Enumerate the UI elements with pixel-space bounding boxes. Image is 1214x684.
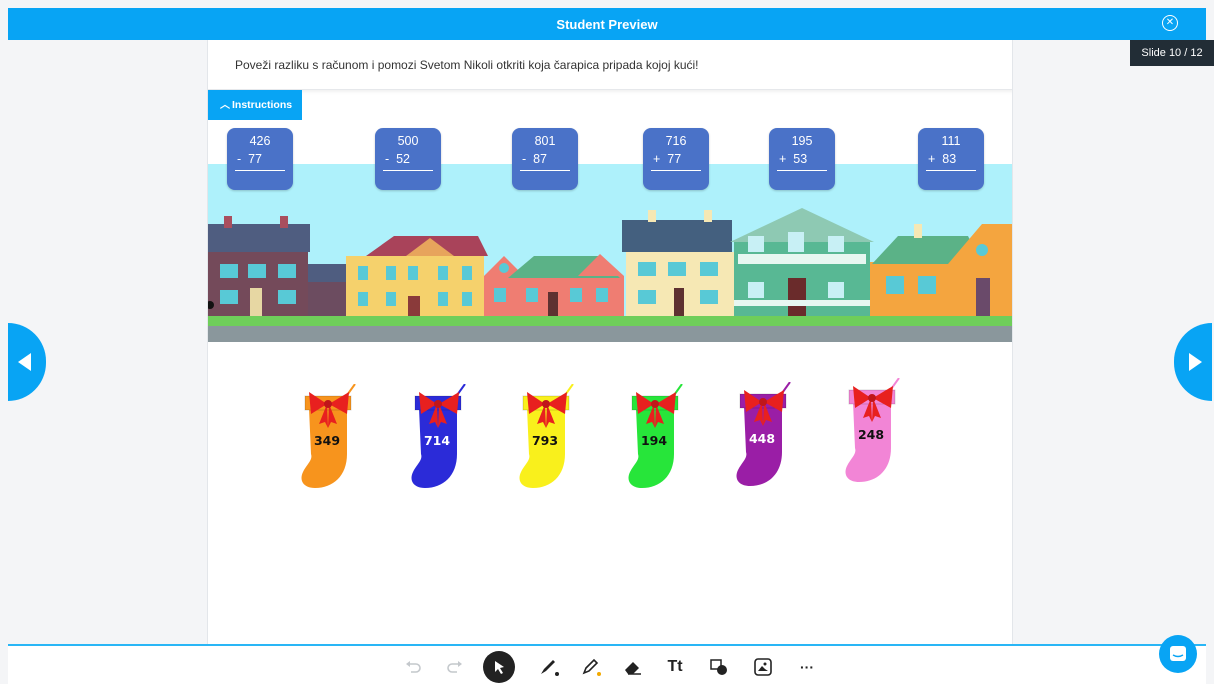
chevron-up-icon: ︿ xyxy=(220,100,230,111)
math-card[interactable]: 801 - 87 xyxy=(512,128,578,190)
math-card-line xyxy=(926,170,976,171)
stocking-448[interactable]: 448 xyxy=(734,382,798,492)
redo-icon[interactable] xyxy=(440,652,470,682)
stocking-714[interactable]: 714 xyxy=(409,384,473,494)
math-card-bottom: + 77 xyxy=(653,152,682,166)
math-card-top: 500 xyxy=(397,134,419,148)
math-card-bottom: - 52 xyxy=(385,152,411,166)
shapes-icon[interactable] xyxy=(704,652,734,682)
math-card-line xyxy=(383,170,433,171)
stocking-number: 349 xyxy=(314,433,340,448)
stocking-194[interactable]: 194 xyxy=(626,384,690,494)
stocking-number: 448 xyxy=(749,431,775,446)
slide-stage: Poveži razliku s računom i pomozi Svetom… xyxy=(207,40,1013,644)
math-card-top: 801 xyxy=(534,134,556,148)
stocking-number: 194 xyxy=(641,433,667,448)
houses-illustration xyxy=(208,164,1012,342)
arrow-right-icon xyxy=(1189,353,1202,371)
stocking-number: 793 xyxy=(532,433,558,448)
math-card-top: 716 xyxy=(665,134,687,148)
chat-button[interactable] xyxy=(1159,635,1197,673)
drawing-toolbar: Tt ··· xyxy=(8,644,1206,684)
stocking-number: 714 xyxy=(424,433,450,448)
eraser-icon[interactable] xyxy=(618,652,648,682)
stocking-793[interactable]: 793 xyxy=(517,384,581,494)
undo-icon[interactable] xyxy=(398,652,428,682)
stocking-number: 248 xyxy=(858,427,884,442)
math-card-bottom: + 83 xyxy=(928,152,957,166)
instructions-toggle[interactable]: ︿ Instructions xyxy=(208,90,302,120)
math-card-bottom: - 77 xyxy=(237,152,263,166)
math-card-top: 195 xyxy=(791,134,813,148)
previous-slide-button[interactable] xyxy=(8,323,46,401)
math-card-bottom: - 87 xyxy=(522,152,548,166)
highlighter-icon[interactable] xyxy=(576,652,606,682)
image-icon[interactable] xyxy=(748,652,778,682)
select-icon[interactable] xyxy=(483,651,515,683)
close-icon[interactable]: ✕ xyxy=(1162,15,1178,31)
math-card-line xyxy=(777,170,827,171)
question-text: Poveži razliku s računom i pomozi Svetom… xyxy=(208,40,1012,90)
stocking-248[interactable]: 248 xyxy=(843,378,907,488)
next-slide-button[interactable] xyxy=(1174,323,1212,401)
math-card-line xyxy=(651,170,701,171)
math-card[interactable]: 426 - 77 xyxy=(227,128,293,190)
instructions-label: Instructions xyxy=(232,99,293,111)
preview-title: Student Preview xyxy=(556,17,658,32)
chat-icon xyxy=(1170,646,1186,661)
math-card-top: 111 xyxy=(941,134,961,148)
preview-header: Student Preview ✕ xyxy=(8,8,1206,40)
math-card[interactable]: 111 + 83 xyxy=(918,128,984,190)
slide-indicator: Slide 10 / 12 xyxy=(1130,40,1214,66)
text-icon[interactable]: Tt xyxy=(660,652,690,682)
arrow-left-icon xyxy=(18,353,31,371)
math-card[interactable]: 716 + 77 xyxy=(643,128,709,190)
stocking-349[interactable]: 349 xyxy=(299,384,363,494)
math-card-bottom: + 53 xyxy=(779,152,808,166)
more-icon[interactable]: ··· xyxy=(792,652,822,682)
math-card[interactable]: 195 + 53 xyxy=(769,128,835,190)
math-card-top: 426 xyxy=(249,134,271,148)
math-card-line xyxy=(235,170,285,171)
math-card[interactable]: 500 - 52 xyxy=(375,128,441,190)
pen-icon[interactable] xyxy=(534,652,564,682)
math-card-line xyxy=(520,170,570,171)
